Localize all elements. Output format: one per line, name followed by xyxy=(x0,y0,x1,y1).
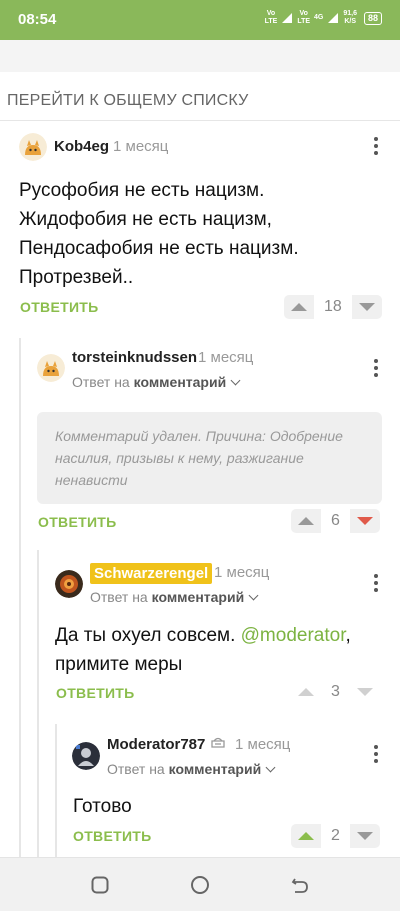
upvote-icon[interactable] xyxy=(291,824,321,848)
moderator-badge-icon xyxy=(211,737,225,748)
cat-avatar-icon[interactable] xyxy=(37,354,65,382)
data-speed-indicator: 91,6 K/S xyxy=(343,10,357,25)
comment-author[interactable]: torsteinknudssen xyxy=(72,349,197,366)
comment-date: 1 месяц xyxy=(214,564,270,581)
thread-line xyxy=(19,338,21,857)
moderator-avatar-icon[interactable] xyxy=(72,742,100,770)
photo-avatar-icon[interactable] xyxy=(55,570,83,598)
top-spacer xyxy=(0,40,400,72)
more-options-icon[interactable] xyxy=(369,572,383,594)
reply-button[interactable]: ОТВЕТИТЬ xyxy=(73,828,152,844)
volte-2-indicator: Vo LTE xyxy=(297,10,311,25)
more-options-icon[interactable] xyxy=(369,357,383,379)
battery-icon: 88 xyxy=(363,11,382,25)
cat-avatar-icon[interactable] xyxy=(19,133,47,161)
reply-button[interactable]: ОТВЕТИТЬ xyxy=(56,685,135,701)
vote-widget: 3 xyxy=(291,678,380,706)
chevron-down-icon xyxy=(230,375,241,386)
comment-date: 1 месяц xyxy=(198,349,254,366)
reply-to-link[interactable]: Ответ на комментарий xyxy=(72,374,241,390)
vote-count: 2 xyxy=(331,827,340,844)
comment-text: Да ты охуел совсем. @moderator, примите … xyxy=(55,625,351,675)
reply-button[interactable]: ОТВЕТИТЬ xyxy=(20,299,99,315)
more-options-icon[interactable] xyxy=(369,743,383,765)
deleted-comment-notice: Комментарий удален. Причина: Одобрение н… xyxy=(37,412,382,504)
vote-count: 18 xyxy=(324,298,342,315)
upvote-icon[interactable] xyxy=(291,680,321,704)
vote-widget: 6 xyxy=(291,507,380,535)
status-bar: 08:54 Vo LTE Vo LTE 4G 91,6 K/S 88 xyxy=(0,0,400,40)
divider xyxy=(0,120,400,121)
signal-1-icon xyxy=(282,13,293,23)
network-4g-indicator: 4G xyxy=(314,14,324,21)
vote-widget: 18 xyxy=(284,293,382,321)
downvote-icon[interactable] xyxy=(349,824,380,848)
downvote-icon[interactable] xyxy=(350,680,380,704)
status-time: 08:54 xyxy=(18,11,57,28)
downvote-icon[interactable] xyxy=(351,295,382,319)
comment-text: Русофобия не есть нацизм. Жидофобия не е… xyxy=(19,180,299,288)
downvote-icon[interactable] xyxy=(349,509,380,533)
recent-apps-icon[interactable] xyxy=(90,875,110,895)
signal-2-icon xyxy=(328,13,339,23)
comment-author[interactable]: Kob4eg xyxy=(54,138,109,155)
back-icon[interactable] xyxy=(290,875,310,895)
comment-date: 1 месяц xyxy=(235,736,291,753)
more-options-icon[interactable] xyxy=(369,135,383,157)
comment-date: 1 месяц xyxy=(113,138,169,155)
upvote-icon[interactable] xyxy=(291,509,321,533)
reply-button[interactable]: ОТВЕТИТЬ xyxy=(38,514,117,530)
status-icons: Vo LTE Vo LTE 4G 91,6 K/S 88 xyxy=(265,10,382,26)
goto-all-comments-link[interactable]: ПЕРЕЙТИ К ОБЩЕМУ СПИСКУ xyxy=(7,92,248,110)
vote-widget: 2 xyxy=(291,822,380,850)
home-icon[interactable] xyxy=(190,875,210,895)
reply-to-link[interactable]: Ответ на комментарий xyxy=(107,761,276,777)
comment-text: Готово xyxy=(73,796,132,817)
thread-line xyxy=(55,724,57,857)
system-nav-bar xyxy=(0,857,400,911)
comment-author[interactable]: Moderator787 xyxy=(107,736,205,753)
volte-1-indicator: Vo LTE xyxy=(264,10,278,25)
mention-link[interactable]: @moderator xyxy=(241,625,346,646)
chevron-down-icon xyxy=(248,590,259,601)
author-badge[interactable]: Schwarzerengel xyxy=(90,563,213,584)
upvote-icon[interactable] xyxy=(284,295,314,319)
thread-line xyxy=(37,550,39,857)
vote-count: 6 xyxy=(331,512,340,529)
chevron-down-icon xyxy=(265,762,276,773)
vote-count: 3 xyxy=(331,683,340,700)
reply-to-link[interactable]: Ответ на комментарий xyxy=(90,589,259,605)
